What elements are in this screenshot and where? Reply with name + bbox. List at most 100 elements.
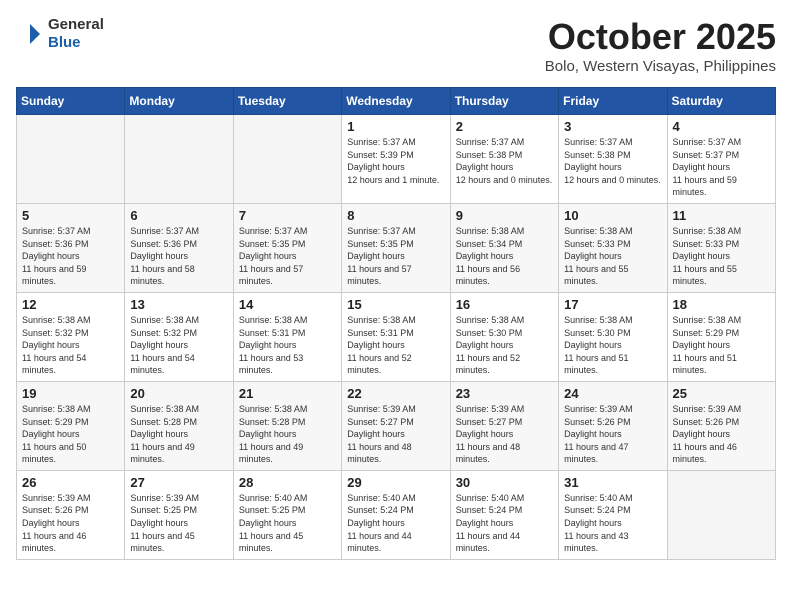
calendar-cell: 9 Sunrise: 5:38 AM Sunset: 5:34 PM Dayli…: [450, 203, 558, 292]
logo-svg: [16, 20, 44, 48]
day-number: 17: [564, 297, 661, 312]
day-number: 12: [22, 297, 119, 312]
calendar-cell: 1 Sunrise: 5:37 AM Sunset: 5:39 PM Dayli…: [342, 115, 450, 204]
weekday-header-row: SundayMondayTuesdayWednesdayThursdayFrid…: [17, 88, 776, 115]
day-number: 13: [130, 297, 227, 312]
weekday-header: Tuesday: [233, 88, 341, 115]
calendar-cell: 17 Sunrise: 5:38 AM Sunset: 5:30 PM Dayl…: [559, 292, 667, 381]
day-number: 23: [456, 386, 553, 401]
day-info: Sunrise: 5:38 AM Sunset: 5:32 PM Dayligh…: [130, 314, 227, 377]
day-number: 20: [130, 386, 227, 401]
calendar-cell: 29 Sunrise: 5:40 AM Sunset: 5:24 PM Dayl…: [342, 470, 450, 559]
day-number: 9: [456, 208, 553, 223]
weekday-header: Sunday: [17, 88, 125, 115]
calendar-cell: 28 Sunrise: 5:40 AM Sunset: 5:25 PM Dayl…: [233, 470, 341, 559]
calendar-cell: 5 Sunrise: 5:37 AM Sunset: 5:36 PM Dayli…: [17, 203, 125, 292]
calendar-week-row: 5 Sunrise: 5:37 AM Sunset: 5:36 PM Dayli…: [17, 203, 776, 292]
calendar-cell: 23 Sunrise: 5:39 AM Sunset: 5:27 PM Dayl…: [450, 381, 558, 470]
calendar-cell: 13 Sunrise: 5:38 AM Sunset: 5:32 PM Dayl…: [125, 292, 233, 381]
day-number: 29: [347, 475, 444, 490]
logo: General Blue: [16, 16, 104, 52]
weekday-header: Thursday: [450, 88, 558, 115]
weekday-header: Friday: [559, 88, 667, 115]
calendar-cell: 12 Sunrise: 5:38 AM Sunset: 5:32 PM Dayl…: [17, 292, 125, 381]
calendar-cell: 19 Sunrise: 5:38 AM Sunset: 5:29 PM Dayl…: [17, 381, 125, 470]
calendar-cell: [667, 470, 775, 559]
day-number: 31: [564, 475, 661, 490]
day-info: Sunrise: 5:37 AM Sunset: 5:39 PM Dayligh…: [347, 136, 444, 186]
day-number: 14: [239, 297, 336, 312]
title-area: October 2025 Bolo, Western Visayas, Phil…: [545, 16, 776, 75]
day-number: 21: [239, 386, 336, 401]
calendar-cell: 16 Sunrise: 5:38 AM Sunset: 5:30 PM Dayl…: [450, 292, 558, 381]
calendar-cell: 20 Sunrise: 5:38 AM Sunset: 5:28 PM Dayl…: [125, 381, 233, 470]
day-number: 5: [22, 208, 119, 223]
day-info: Sunrise: 5:37 AM Sunset: 5:38 PM Dayligh…: [456, 136, 553, 186]
day-number: 6: [130, 208, 227, 223]
location-title: Bolo, Western Visayas, Philippines: [545, 58, 776, 75]
day-number: 2: [456, 119, 553, 134]
day-number: 10: [564, 208, 661, 223]
day-info: Sunrise: 5:39 AM Sunset: 5:27 PM Dayligh…: [347, 403, 444, 466]
weekday-header: Saturday: [667, 88, 775, 115]
day-info: Sunrise: 5:38 AM Sunset: 5:31 PM Dayligh…: [347, 314, 444, 377]
calendar-cell: 4 Sunrise: 5:37 AM Sunset: 5:37 PM Dayli…: [667, 115, 775, 204]
day-number: 11: [673, 208, 770, 223]
day-info: Sunrise: 5:39 AM Sunset: 5:25 PM Dayligh…: [130, 492, 227, 555]
calendar-cell: 15 Sunrise: 5:38 AM Sunset: 5:31 PM Dayl…: [342, 292, 450, 381]
calendar-cell: 25 Sunrise: 5:39 AM Sunset: 5:26 PM Dayl…: [667, 381, 775, 470]
day-info: Sunrise: 5:40 AM Sunset: 5:24 PM Dayligh…: [564, 492, 661, 555]
day-number: 25: [673, 386, 770, 401]
day-info: Sunrise: 5:39 AM Sunset: 5:26 PM Dayligh…: [673, 403, 770, 466]
calendar-cell: 30 Sunrise: 5:40 AM Sunset: 5:24 PM Dayl…: [450, 470, 558, 559]
day-info: Sunrise: 5:37 AM Sunset: 5:35 PM Dayligh…: [239, 225, 336, 288]
calendar-table: SundayMondayTuesdayWednesdayThursdayFrid…: [16, 87, 776, 560]
day-info: Sunrise: 5:38 AM Sunset: 5:28 PM Dayligh…: [239, 403, 336, 466]
calendar-cell: 24 Sunrise: 5:39 AM Sunset: 5:26 PM Dayl…: [559, 381, 667, 470]
calendar-week-row: 12 Sunrise: 5:38 AM Sunset: 5:32 PM Dayl…: [17, 292, 776, 381]
day-info: Sunrise: 5:38 AM Sunset: 5:29 PM Dayligh…: [22, 403, 119, 466]
calendar-cell: [17, 115, 125, 204]
day-info: Sunrise: 5:37 AM Sunset: 5:37 PM Dayligh…: [673, 136, 770, 199]
day-info: Sunrise: 5:38 AM Sunset: 5:34 PM Dayligh…: [456, 225, 553, 288]
calendar-cell: 26 Sunrise: 5:39 AM Sunset: 5:26 PM Dayl…: [17, 470, 125, 559]
day-number: 30: [456, 475, 553, 490]
calendar-cell: 6 Sunrise: 5:37 AM Sunset: 5:36 PM Dayli…: [125, 203, 233, 292]
day-info: Sunrise: 5:39 AM Sunset: 5:27 PM Dayligh…: [456, 403, 553, 466]
day-info: Sunrise: 5:38 AM Sunset: 5:30 PM Dayligh…: [564, 314, 661, 377]
day-info: Sunrise: 5:37 AM Sunset: 5:36 PM Dayligh…: [130, 225, 227, 288]
day-info: Sunrise: 5:39 AM Sunset: 5:26 PM Dayligh…: [22, 492, 119, 555]
calendar-cell: 21 Sunrise: 5:38 AM Sunset: 5:28 PM Dayl…: [233, 381, 341, 470]
day-number: 4: [673, 119, 770, 134]
day-number: 26: [22, 475, 119, 490]
day-number: 8: [347, 208, 444, 223]
calendar-cell: 27 Sunrise: 5:39 AM Sunset: 5:25 PM Dayl…: [125, 470, 233, 559]
calendar-cell: 2 Sunrise: 5:37 AM Sunset: 5:38 PM Dayli…: [450, 115, 558, 204]
day-info: Sunrise: 5:38 AM Sunset: 5:29 PM Dayligh…: [673, 314, 770, 377]
day-number: 28: [239, 475, 336, 490]
month-title: October 2025: [545, 16, 776, 58]
day-info: Sunrise: 5:37 AM Sunset: 5:35 PM Dayligh…: [347, 225, 444, 288]
calendar-cell: 22 Sunrise: 5:39 AM Sunset: 5:27 PM Dayl…: [342, 381, 450, 470]
day-number: 18: [673, 297, 770, 312]
calendar-cell: 8 Sunrise: 5:37 AM Sunset: 5:35 PM Dayli…: [342, 203, 450, 292]
day-number: 24: [564, 386, 661, 401]
day-number: 15: [347, 297, 444, 312]
day-number: 19: [22, 386, 119, 401]
calendar-cell: 10 Sunrise: 5:38 AM Sunset: 5:33 PM Dayl…: [559, 203, 667, 292]
calendar-cell: 18 Sunrise: 5:38 AM Sunset: 5:29 PM Dayl…: [667, 292, 775, 381]
day-info: Sunrise: 5:38 AM Sunset: 5:28 PM Dayligh…: [130, 403, 227, 466]
weekday-header: Monday: [125, 88, 233, 115]
day-number: 22: [347, 386, 444, 401]
calendar-cell: 11 Sunrise: 5:38 AM Sunset: 5:33 PM Dayl…: [667, 203, 775, 292]
day-info: Sunrise: 5:37 AM Sunset: 5:38 PM Dayligh…: [564, 136, 661, 186]
day-number: 16: [456, 297, 553, 312]
day-info: Sunrise: 5:38 AM Sunset: 5:31 PM Dayligh…: [239, 314, 336, 377]
day-info: Sunrise: 5:39 AM Sunset: 5:26 PM Dayligh…: [564, 403, 661, 466]
day-info: Sunrise: 5:38 AM Sunset: 5:32 PM Dayligh…: [22, 314, 119, 377]
calendar-cell: [233, 115, 341, 204]
day-number: 1: [347, 119, 444, 134]
calendar-cell: [125, 115, 233, 204]
weekday-header: Wednesday: [342, 88, 450, 115]
logo-text: General Blue: [48, 16, 104, 52]
